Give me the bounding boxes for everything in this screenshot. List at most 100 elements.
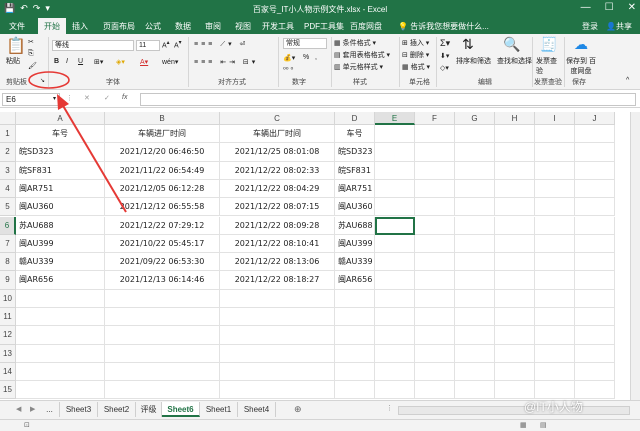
cell-g12[interactable] — [455, 326, 495, 345]
cell-j13[interactable] — [575, 344, 615, 363]
cell-d3[interactable]: 皖SF831 — [335, 161, 375, 180]
macro-record-icon[interactable]: ⊡ — [24, 421, 30, 429]
cell-d1[interactable]: 车号 — [335, 125, 375, 144]
cell-b1[interactable]: 车辆进厂时间 — [105, 125, 220, 144]
cell-j12[interactable] — [575, 326, 615, 345]
select-all-corner[interactable] — [0, 112, 16, 125]
cell-c14[interactable] — [220, 362, 335, 382]
tab-page-layout[interactable]: 页面布局 — [103, 21, 135, 32]
row-header-10[interactable]: 10 — [0, 289, 16, 308]
cell-b6[interactable]: 2021/12/22 07:29:12 — [105, 216, 220, 235]
cell-h1[interactable] — [495, 125, 535, 144]
sort-filter-icon[interactable]: ⇅ — [462, 36, 474, 53]
cell-g5[interactable] — [455, 198, 495, 217]
cell-h2[interactable] — [495, 143, 535, 162]
currency-icon[interactable]: 💰▾ — [283, 54, 295, 62]
cell-b2[interactable]: 2021/12/20 06:46:50 — [105, 143, 220, 162]
row-header-7[interactable]: 7 — [0, 234, 16, 254]
column-header-i[interactable]: I — [535, 112, 575, 125]
save-to-netdisk-button[interactable]: 保存到 百度网盘 — [566, 56, 596, 76]
cell-c5[interactable]: 2021/12/22 08:07:15 — [220, 198, 335, 217]
copy-icon[interactable]: ⎘ — [28, 50, 34, 58]
cell-styles-button[interactable]: ▥ 单元格样式 ▾ — [334, 62, 383, 72]
cell-e10[interactable] — [375, 289, 415, 308]
tab-insert[interactable]: 插入 — [72, 21, 88, 32]
cell-b11[interactable] — [105, 308, 220, 327]
fill-icon[interactable]: ⬇▾ — [440, 52, 449, 60]
increase-font-icon[interactable]: A▴ — [162, 40, 170, 49]
name-box[interactable]: E6 ▾ — [2, 93, 60, 106]
cell-c7[interactable]: 2021/12/22 08:10:41 — [220, 234, 335, 254]
cell-b10[interactable] — [105, 289, 220, 308]
cell-e12[interactable] — [375, 326, 415, 345]
cell-d5[interactable]: 闽AU360 — [335, 198, 375, 217]
cell-c4[interactable]: 2021/12/22 08:04:29 — [220, 179, 335, 199]
vertical-align-icons[interactable]: ≡≡≡ ⟋▾ ⏎ — [194, 40, 248, 49]
cell-j10[interactable] — [575, 289, 615, 308]
cell-f8[interactable] — [415, 253, 455, 272]
cut-icon[interactable]: ✂ — [28, 38, 34, 46]
chevron-down-icon[interactable]: ▾ — [53, 94, 56, 105]
cell-f6[interactable] — [415, 216, 455, 235]
cell-g14[interactable] — [455, 362, 495, 382]
login-link[interactable]: 登录 — [582, 21, 598, 32]
cell-a8[interactable]: 赣AU339 — [16, 253, 105, 272]
paste-icon[interactable]: 📋 — [6, 36, 26, 56]
cell-c9[interactable]: 2021/12/22 08:18:27 — [220, 271, 335, 290]
decimal-adjust-icons[interactable]: ⁰⁰ ⁰ — [283, 66, 293, 74]
cell-a15[interactable] — [16, 381, 105, 400]
cell-j4[interactable] — [575, 179, 615, 199]
cell-d4[interactable]: 闽AR751 — [335, 179, 375, 199]
row-header-4[interactable]: 4 — [0, 179, 16, 199]
cell-i12[interactable] — [535, 326, 575, 345]
cell-g7[interactable] — [455, 234, 495, 254]
cell-b8[interactable]: 2021/09/22 06:53:30 — [105, 253, 220, 272]
sheet-more-icon[interactable]: ⋮ — [386, 404, 393, 412]
decrease-font-icon[interactable]: A▾ — [174, 40, 182, 49]
cell-j8[interactable] — [575, 253, 615, 272]
cell-a11[interactable] — [16, 308, 105, 327]
bold-button[interactable]: B — [54, 58, 59, 65]
insert-function-icon[interactable]: fx — [122, 94, 127, 101]
row-header-2[interactable]: 2 — [0, 143, 16, 162]
cell-g3[interactable] — [455, 161, 495, 180]
cell-h12[interactable] — [495, 326, 535, 345]
cell-j2[interactable] — [575, 143, 615, 162]
cell-a3[interactable]: 皖SF831 — [16, 161, 105, 180]
column-header-d[interactable]: D — [335, 112, 375, 125]
cell-e11[interactable] — [375, 308, 415, 327]
cell-i7[interactable] — [535, 234, 575, 254]
cell-f7[interactable] — [415, 234, 455, 254]
cell-i15[interactable] — [535, 381, 575, 400]
cell-f9[interactable] — [415, 271, 455, 290]
close-button[interactable]: ✕ — [628, 2, 636, 13]
cell-i6[interactable] — [535, 216, 575, 235]
cell-h7[interactable] — [495, 234, 535, 254]
cell-f14[interactable] — [415, 362, 455, 382]
cell-f2[interactable] — [415, 143, 455, 162]
tab-home[interactable]: 开始 — [38, 18, 66, 34]
cell-j7[interactable] — [575, 234, 615, 254]
row-header-5[interactable]: 5 — [0, 198, 16, 217]
cell-j11[interactable] — [575, 308, 615, 327]
collapse-ribbon-icon[interactable]: ^ — [626, 77, 629, 84]
cell-a2[interactable]: 皖SD323 — [16, 143, 105, 162]
cell-b5[interactable]: 2021/12/12 06:55:58 — [105, 198, 220, 217]
cell-h14[interactable] — [495, 362, 535, 382]
column-header-j[interactable]: J — [575, 112, 615, 125]
cell-a6[interactable]: 苏AU688 — [16, 216, 105, 235]
cell-d14[interactable] — [335, 362, 375, 382]
cell-b7[interactable]: 2021/10/22 05:45:17 — [105, 234, 220, 254]
view-page-layout-icon[interactable]: ▤ — [540, 421, 547, 429]
cell-a9[interactable]: 闽AR656 — [16, 271, 105, 290]
cell-j1[interactable] — [575, 125, 615, 144]
horizontal-scrollbar[interactable] — [398, 406, 630, 415]
row-header-3[interactable]: 3 — [0, 161, 16, 180]
tab-formulas[interactable]: 公式 — [145, 21, 161, 32]
invoice-check-icon[interactable]: 🧾 — [540, 36, 557, 53]
cell-e5[interactable] — [375, 198, 415, 217]
cell-h5[interactable] — [495, 198, 535, 217]
cell-g11[interactable] — [455, 308, 495, 327]
row-header-11[interactable]: 11 — [0, 308, 16, 327]
cell-c13[interactable] — [220, 344, 335, 363]
